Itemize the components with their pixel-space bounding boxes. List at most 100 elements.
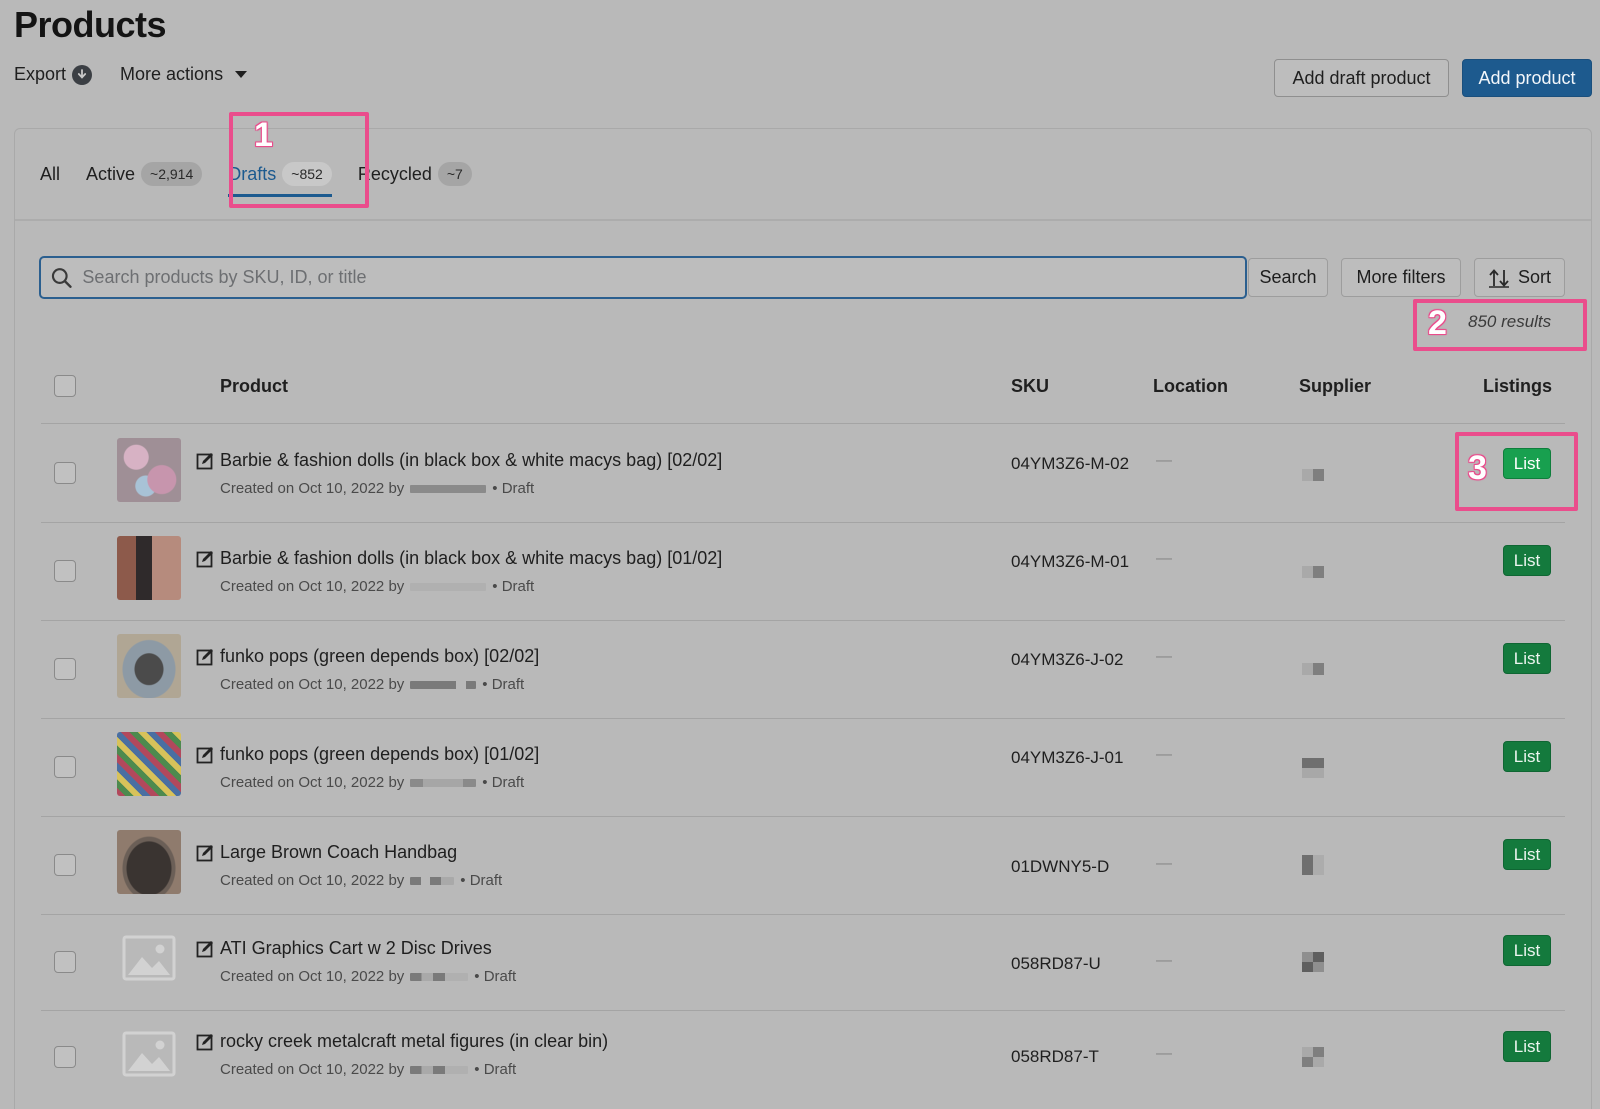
- search-button[interactable]: Search: [1248, 258, 1328, 297]
- search-box[interactable]: [39, 256, 1247, 299]
- add-product-button[interactable]: Add product: [1462, 59, 1592, 97]
- product-meta: Created on Oct 10, 2022 by • Draft: [220, 774, 524, 791]
- row-checkbox[interactable]: [54, 658, 76, 680]
- search-input[interactable]: [82, 267, 1245, 288]
- select-all-checkbox[interactable]: [54, 375, 76, 397]
- product-meta: Created on Oct 10, 2022 by • Draft: [220, 480, 534, 497]
- more-filters-button[interactable]: More filters: [1341, 258, 1461, 297]
- sort-icon: [1488, 268, 1509, 288]
- more-actions-button[interactable]: More actions: [120, 64, 248, 85]
- product-title-link[interactable]: funko pops (green depends box) [02/02]: [196, 646, 539, 667]
- row-checkbox[interactable]: [54, 756, 76, 778]
- product-thumbnail[interactable]: [117, 438, 181, 502]
- page-title: Products: [14, 4, 167, 45]
- product-thumbnail[interactable]: [117, 830, 181, 894]
- row-checkbox[interactable]: [54, 951, 76, 973]
- export-label: Export: [14, 64, 67, 84]
- row-checkbox[interactable]: [54, 560, 76, 582]
- product-title: Large Brown Coach Handbag: [220, 842, 458, 862]
- sort-label: Sort: [1517, 267, 1551, 287]
- product-title-link[interactable]: funko pops (green depends box) [01/02]: [196, 744, 539, 765]
- created-text: Created on Oct 10, 2022 by: [220, 968, 405, 985]
- edit-icon: [196, 1033, 213, 1050]
- product-meta: Created on Oct 10, 2022 by • Draft: [220, 676, 524, 693]
- list-button[interactable]: List: [1503, 1031, 1551, 1062]
- table-row[interactable]: Barbie & fashion dolls (in black box & w…: [0, 424, 1600, 522]
- export-button[interactable]: Export: [14, 64, 93, 85]
- image-placeholder-icon[interactable]: [122, 935, 176, 986]
- column-header-supplier[interactable]: Supplier: [1299, 376, 1371, 397]
- column-header-sku[interactable]: SKU: [1011, 376, 1049, 397]
- supplier-avatar: [1302, 1047, 1324, 1067]
- created-text: Created on Oct 10, 2022 by: [220, 578, 405, 595]
- list-button[interactable]: List: [1503, 545, 1551, 576]
- tab-all[interactable]: All: [40, 164, 60, 185]
- list-button[interactable]: List: [1503, 935, 1551, 966]
- column-header-location[interactable]: Location: [1153, 376, 1228, 397]
- tab-recycled[interactable]: Recycled ~7: [358, 162, 472, 186]
- product-title: Barbie & fashion dolls (in black box & w…: [220, 450, 723, 470]
- tab-label: Active: [86, 163, 136, 184]
- list-button[interactable]: List: [1503, 839, 1551, 870]
- edit-icon: [196, 940, 213, 957]
- created-text: Created on Oct 10, 2022 by: [220, 872, 405, 889]
- edit-icon: [196, 550, 213, 567]
- list-button[interactable]: List: [1503, 741, 1551, 772]
- product-title-link[interactable]: Barbie & fashion dolls (in black box & w…: [196, 548, 722, 569]
- table-row[interactable]: Barbie & fashion dolls (in black box & w…: [0, 523, 1600, 620]
- product-title-link[interactable]: Large Brown Coach Handbag: [196, 842, 457, 863]
- product-title-link[interactable]: ATI Graphics Cart w 2 Disc Drives: [196, 938, 492, 959]
- sku-cell: 01DWNY5-D: [1011, 857, 1110, 876]
- edit-icon: [196, 844, 213, 861]
- created-text: Created on Oct 10, 2022 by: [220, 1061, 405, 1078]
- product-title: funko pops (green depends box) [01/02]: [220, 744, 540, 764]
- product-thumbnail[interactable]: [117, 732, 181, 796]
- product-meta: Created on Oct 10, 2022 by • Draft: [220, 872, 502, 889]
- supplier-avatar: [1302, 952, 1324, 972]
- status-text: • Draft: [482, 774, 525, 791]
- tab-count-badge: ~7: [437, 162, 472, 186]
- tabs-divider: [15, 219, 1591, 221]
- annotation-box-drafts: [229, 112, 369, 208]
- sort-button[interactable]: Sort: [1474, 258, 1565, 297]
- redacted-user: [410, 972, 469, 981]
- product-title-link[interactable]: rocky creek metalcraft metal figures (in…: [196, 1031, 608, 1052]
- status-text: • Draft: [474, 968, 517, 985]
- location-cell: —: [1156, 1045, 1172, 1062]
- status-text: • Draft: [482, 676, 525, 693]
- chevron-down-icon: [235, 71, 248, 78]
- column-header-product[interactable]: Product: [220, 376, 288, 397]
- table-row[interactable]: funko pops (green depends box) [02/02] C…: [0, 621, 1600, 718]
- sku-cell: 058RD87-T: [1011, 1047, 1099, 1066]
- location-cell: —: [1156, 746, 1172, 763]
- product-title: rocky creek metalcraft metal figures (in…: [220, 1031, 609, 1051]
- image-placeholder-icon[interactable]: [122, 1031, 176, 1082]
- table-row[interactable]: ATI Graphics Cart w 2 Disc Drives Create…: [0, 915, 1600, 1010]
- product-thumbnail[interactable]: [117, 634, 181, 698]
- tab-count-badge: ~2,914: [141, 162, 203, 186]
- search-icon: [51, 267, 72, 288]
- table-row[interactable]: Large Brown Coach Handbag Created on Oct…: [0, 817, 1600, 914]
- product-title-link[interactable]: Barbie & fashion dolls (in black box & w…: [196, 450, 722, 471]
- row-checkbox[interactable]: [54, 854, 76, 876]
- table-row[interactable]: funko pops (green depends box) [01/02] C…: [0, 719, 1600, 816]
- tab-active[interactable]: Active ~2,914: [86, 162, 203, 186]
- location-cell: —: [1156, 550, 1172, 567]
- table-row[interactable]: rocky creek metalcraft metal figures (in…: [0, 1011, 1600, 1106]
- list-button[interactable]: List: [1503, 643, 1551, 674]
- sku-cell: 058RD87-U: [1011, 954, 1101, 973]
- supplier-avatar: [1302, 758, 1324, 778]
- edit-icon: [196, 746, 213, 763]
- created-text: Created on Oct 10, 2022 by: [220, 676, 405, 693]
- row-checkbox[interactable]: [54, 462, 76, 484]
- redacted-user: [410, 778, 477, 787]
- row-checkbox[interactable]: [54, 1046, 76, 1068]
- add-draft-product-button[interactable]: Add draft product: [1274, 59, 1449, 97]
- column-header-listings[interactable]: Listings: [1483, 376, 1552, 397]
- location-cell: —: [1156, 452, 1172, 469]
- redacted-user: [410, 680, 477, 689]
- edit-icon: [196, 648, 213, 665]
- tab-label: All: [40, 163, 61, 184]
- product-thumbnail[interactable]: [117, 536, 181, 600]
- status-text: • Draft: [460, 872, 503, 889]
